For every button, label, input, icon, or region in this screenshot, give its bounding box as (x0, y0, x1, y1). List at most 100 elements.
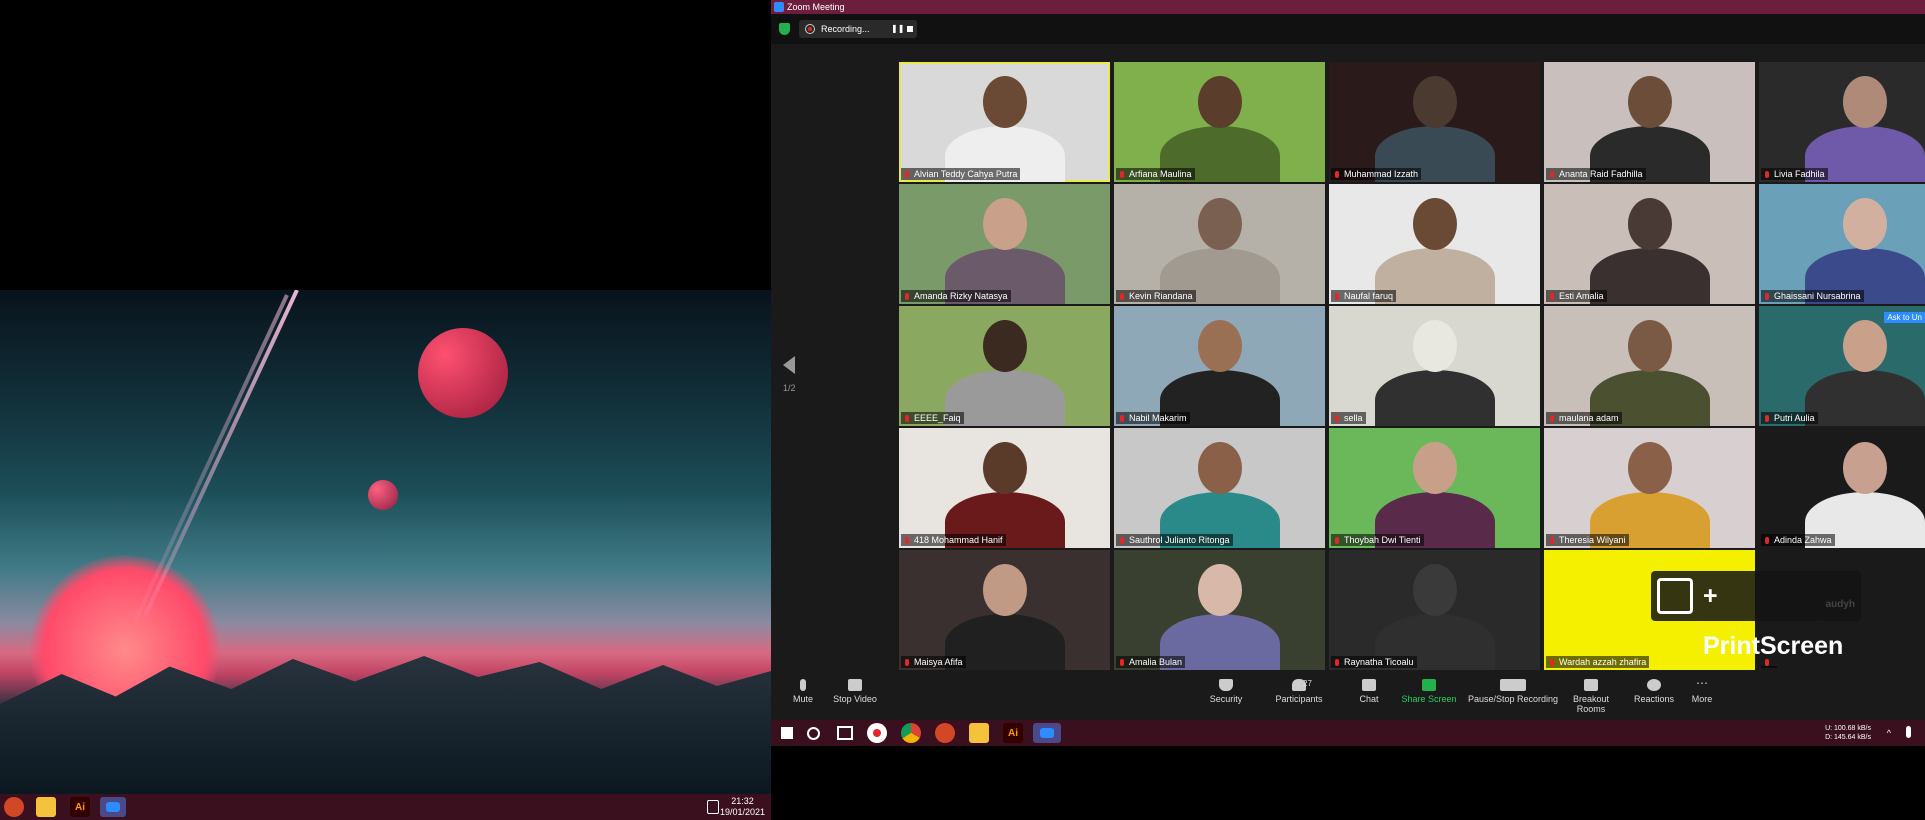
illustrator-icon[interactable]: Ai (70, 797, 90, 817)
powerpoint-icon[interactable] (935, 723, 955, 743)
watermark-subtext: audyh (1825, 599, 1855, 610)
wallpaper-light-beam (143, 290, 299, 618)
reactions-button[interactable]: Reactions (1631, 679, 1677, 704)
chrome-icon[interactable] (901, 723, 921, 743)
pause-recording-icon[interactable]: ❚❚ (891, 20, 904, 38)
participant-tile[interactable]: Kevin Riandana (1114, 184, 1325, 304)
muted-mic-icon (905, 415, 909, 422)
participant-head (1412, 320, 1457, 372)
pause-stop-recording-button[interactable]: Pause/Stop Recording (1467, 679, 1559, 704)
participant-head (1197, 320, 1242, 372)
previous-page-arrow-icon[interactable] (783, 356, 795, 374)
more-button[interactable]: ⋯ More (1685, 676, 1719, 704)
tray-chevron-icon[interactable]: ^ (1887, 728, 1891, 738)
participant-tile[interactable]: Ananta Raid Fadhilla (1544, 62, 1755, 182)
task-view-icon[interactable] (835, 723, 855, 743)
participant-head (982, 198, 1027, 250)
muted-mic-icon (1550, 415, 1554, 422)
participant-body (1589, 248, 1710, 304)
powerpoint-icon[interactable] (4, 797, 24, 817)
participant-tile[interactable]: Thoybah Dwi Tienti (1329, 428, 1540, 548)
right-taskbar: Ai U: 100.68 kB/s D: 145.64 kB/s ^ (771, 720, 1925, 746)
participant-tile[interactable]: Maisya Afifa (899, 550, 1110, 670)
participant-tile[interactable]: Theresia Wilyani (1544, 428, 1755, 548)
participant-head (1627, 320, 1672, 372)
upload-speed: U: 100.68 kB/s (1825, 725, 1871, 732)
participant-tile[interactable]: Sauthrol Julianto Ritonga (1114, 428, 1325, 548)
participant-name: maulana adam (1546, 412, 1622, 424)
wallpaper-planet-small (368, 480, 398, 510)
participant-tile[interactable]: Arfiana Maulina (1114, 62, 1325, 182)
participant-head (1627, 198, 1672, 250)
clock-time: 21:32 (731, 796, 754, 806)
participants-button[interactable]: Participants (1269, 679, 1329, 704)
pen-icon[interactable] (707, 800, 719, 814)
meeting-controls: Mute Stop Video Security Participants 27… (771, 675, 1925, 720)
participant-tile[interactable]: Amalia Bulan (1114, 550, 1325, 670)
participant-tile[interactable]: maulana adam (1544, 306, 1755, 426)
muted-mic-icon (1335, 537, 1339, 544)
participant-name: Adinda Zahwa (1761, 534, 1835, 546)
windows-start-icon[interactable] (777, 723, 797, 743)
participant-tile[interactable]: EEEE_Faiq (899, 306, 1110, 426)
zoom-app-icon (774, 2, 784, 12)
muted-mic-icon (1765, 415, 1769, 422)
watermark-text: + PrintScreen (1703, 582, 1844, 660)
download-speed: D: 145.64 kB/s (1825, 734, 1871, 741)
breakout-rooms-button[interactable]: Breakout Rooms (1558, 679, 1624, 714)
folder-icon[interactable] (36, 797, 56, 817)
network-speed-meter: U: 100.68 kB/s D: 145.64 kB/s (1825, 724, 1871, 742)
muted-mic-icon (1335, 415, 1339, 422)
participant-tile[interactable]: Raynatha Ticoalu (1329, 550, 1540, 670)
clock-date: 19/01/2021 (719, 807, 765, 817)
muted-mic-icon (1550, 659, 1554, 666)
system-clock[interactable]: 21:32 19/01/2021 (720, 796, 765, 818)
zoom-icon[interactable] (100, 797, 126, 817)
security-button[interactable]: Security (1201, 679, 1251, 704)
share-screen-button[interactable]: Share Screen (1401, 679, 1457, 704)
participant-tile[interactable]: 418 Mohammad Hanif (899, 428, 1110, 548)
muted-mic-icon (1335, 171, 1339, 178)
mute-label: Mute (792, 694, 813, 704)
muted-mic-icon (1550, 171, 1554, 178)
participant-tile[interactable]: Adinda Zahwa (1759, 428, 1925, 548)
zoom-window: Zoom Meeting Recording... ❚❚ 1/2 Alvian … (771, 0, 1925, 820)
ask-to-unmute-button[interactable]: Ask to Un (1884, 312, 1925, 323)
participant-head (1842, 442, 1887, 494)
participant-head (1627, 76, 1672, 128)
participant-tile[interactable]: Amanda Rizky Natasya (899, 184, 1110, 304)
recorder-icon[interactable] (867, 723, 887, 743)
participant-tile[interactable]: Nabil Makarim (1114, 306, 1325, 426)
microphone-tray-icon[interactable] (1906, 726, 1911, 738)
chat-button[interactable]: Chat (1349, 679, 1389, 704)
zoom-icon[interactable] (1033, 723, 1061, 743)
participant-tile[interactable]: Esti Amalia (1544, 184, 1755, 304)
breakout-rooms-icon (1584, 679, 1598, 691)
participant-name: Ghaissani Nursabrina (1761, 290, 1864, 302)
more-dots-icon: ⋯ (1696, 676, 1708, 690)
participant-tile[interactable]: Putri Aulia (1759, 306, 1925, 426)
participant-head (1197, 76, 1242, 128)
stop-video-button[interactable]: Stop Video (825, 679, 885, 704)
participant-name: Putri Aulia (1761, 412, 1818, 424)
participant-name: Maisya Afifa (901, 656, 966, 668)
muted-mic-icon (1765, 537, 1769, 544)
participant-tile[interactable]: Alvian Teddy Cahya Putra (899, 62, 1110, 182)
participant-head (1412, 442, 1457, 494)
folder-icon[interactable] (969, 723, 989, 743)
stop-recording-icon[interactable] (907, 26, 913, 32)
muted-mic-icon (1765, 293, 1769, 300)
illustrator-icon[interactable]: Ai (1003, 723, 1023, 743)
participant-tile[interactable]: Ghaissani Nursabrina (1759, 184, 1925, 304)
participant-tile[interactable]: Muhammad Izzath (1329, 62, 1540, 182)
muted-mic-icon (1550, 293, 1554, 300)
participant-tile[interactable]: Naufal faruq (1329, 184, 1540, 304)
mute-button[interactable]: Mute (783, 679, 823, 704)
participant-head (982, 564, 1027, 616)
participant-head (982, 320, 1027, 372)
encryption-shield-icon[interactable] (779, 23, 790, 35)
participant-tile[interactable]: Livia Fadhila (1759, 62, 1925, 182)
search-icon[interactable] (803, 723, 823, 743)
left-monitor: Ai 21:32 19/01/2021 (0, 0, 771, 820)
participant-tile[interactable]: sella (1329, 306, 1540, 426)
